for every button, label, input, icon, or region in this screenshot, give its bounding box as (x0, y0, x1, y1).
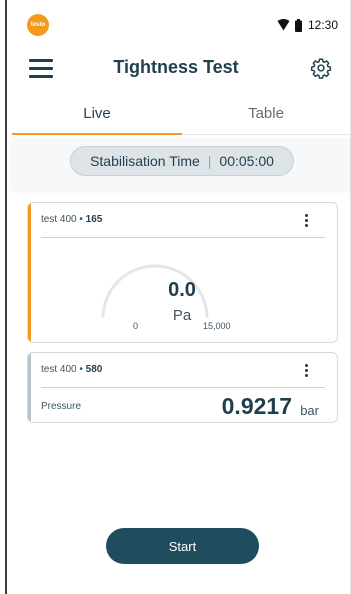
card-divider (41, 237, 325, 238)
status-bar: testo 12:30 (12, 12, 340, 38)
pressure-unit: bar (300, 403, 319, 418)
more-options-icon[interactable] (303, 362, 309, 380)
card-accent-bar (28, 353, 31, 422)
device-name: test 400 (41, 214, 77, 225)
device-id: 580 (85, 364, 103, 375)
header-dot: • (76, 364, 86, 375)
stabilisation-label: Stabilisation Time (90, 153, 200, 169)
testo-logo: testo (27, 14, 49, 36)
header-dot: • (76, 214, 86, 225)
probe-card-580[interactable]: test 400 • 580 Pressure 0.9217 bar (27, 352, 338, 423)
status-time: 12:30 (307, 18, 338, 32)
tab-bar: Live Table (12, 100, 350, 136)
pressure-value: 0.9217 (221, 393, 292, 419)
gauge-min-label: 0 (133, 321, 139, 331)
stabilisation-separator: | (207, 153, 212, 169)
tab-table[interactable]: Table (182, 100, 350, 136)
battery-icon (294, 18, 302, 32)
stabilisation-value: 00:05:00 (219, 153, 274, 169)
more-options-icon[interactable] (303, 212, 309, 230)
device-id: 165 (85, 214, 103, 225)
page-title: Tightness Test (113, 57, 239, 77)
pressure-label: Pressure (41, 401, 82, 412)
card-divider (41, 387, 325, 388)
tab-divider (182, 134, 350, 135)
card-accent-bar (28, 203, 31, 342)
wifi-icon (277, 19, 290, 31)
start-button[interactable]: Start (106, 528, 259, 564)
card-header: test 400 • 165 (41, 214, 102, 225)
gear-icon[interactable] (310, 57, 332, 79)
device-name: test 400 (41, 364, 77, 375)
tab-selected-indicator (12, 133, 182, 135)
tab-live[interactable]: Live (12, 100, 182, 136)
gauge-value: 0.0 (168, 279, 196, 301)
stabilisation-time-pill: Stabilisation Time | 00:05:00 (70, 146, 294, 176)
window-frame-left (5, 0, 7, 594)
status-indicators: 12:30 (277, 16, 338, 34)
app-bar: Tightness Test (12, 52, 340, 86)
gauge-max-label: 15,000 (203, 321, 231, 331)
stabilisation-banner: Stabilisation Time | 00:05:00 (12, 138, 350, 188)
card-header: test 400 • 580 (41, 364, 102, 375)
